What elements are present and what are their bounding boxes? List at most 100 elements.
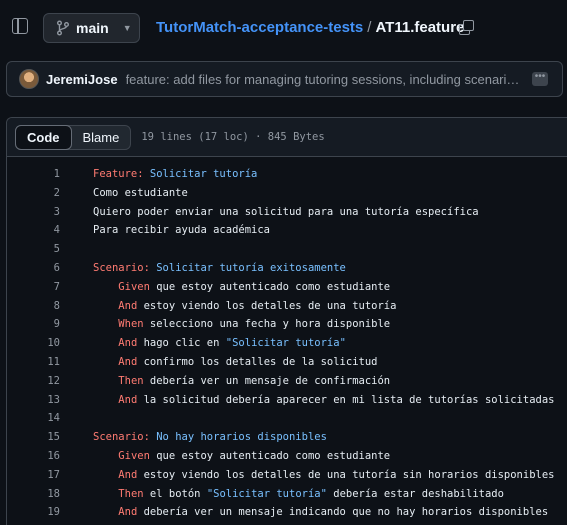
code-token: Scenario: xyxy=(93,431,150,444)
copy-path-icon[interactable] xyxy=(459,20,474,35)
latest-commit-bar: JeremiJose feature: add files for managi… xyxy=(6,61,563,97)
sidebar-toggle-icon[interactable] xyxy=(12,18,28,34)
code-line: 8 And estoy viendo los detalles de una t… xyxy=(7,297,567,316)
code-line: 12 Then debería ver un mensaje de confir… xyxy=(7,372,567,391)
code-token: Feature: xyxy=(93,168,144,180)
line-number[interactable]: 15 xyxy=(7,428,60,447)
code-line-text: Para recibir ayuda académica xyxy=(60,221,270,240)
code-token: el botón xyxy=(143,487,207,500)
code-line-text: And la solicitud debería aparecer en mi … xyxy=(60,391,555,410)
code-line-text: Feature: Solicitar tutoría xyxy=(60,165,257,184)
breadcrumb-repo-link[interactable]: TutorMatch-acceptance-tests xyxy=(156,19,363,36)
line-number[interactable]: 3 xyxy=(7,203,60,222)
chevron-down-icon: ▼ xyxy=(122,23,132,33)
code-line: 19 And debería ver un mensaje indicando … xyxy=(7,503,567,522)
code-line-text: Then el botón "Solicitar tutoría" deberí… xyxy=(60,485,504,504)
line-number[interactable]: 2 xyxy=(7,184,60,203)
view-mode-toggle: Code Blame xyxy=(15,124,132,150)
code-token: confirmo los detalles de la solicitud xyxy=(137,355,378,368)
line-number[interactable]: 7 xyxy=(7,278,60,297)
kebab-horizontal-icon[interactable]: ••• xyxy=(532,72,548,86)
code-token: And xyxy=(118,506,138,519)
code-token: debería ver un mensaje indicando que no … xyxy=(137,506,549,519)
line-number[interactable]: 14 xyxy=(7,409,60,428)
branch-name: main xyxy=(76,20,109,36)
line-number[interactable]: 6 xyxy=(7,259,60,278)
line-number[interactable]: 12 xyxy=(7,372,60,391)
code-line: 15 Scenario: No hay horarios disponibles xyxy=(7,428,567,447)
line-number[interactable]: 1 xyxy=(7,165,60,184)
code-token: When xyxy=(118,318,144,331)
code-token: And xyxy=(118,468,138,481)
commit-message-link[interactable]: feature: add files for managing tutoring… xyxy=(126,72,522,87)
avatar[interactable] xyxy=(19,69,39,89)
code-line-text: And confirmo los detalles de la solicitu… xyxy=(60,353,377,372)
code-token: Solicitar tutoría xyxy=(143,168,258,180)
line-number[interactable]: 16 xyxy=(7,447,60,466)
code-token: Para recibir ayuda académica xyxy=(93,224,271,237)
breadcrumb-file-name: AT11.feature xyxy=(375,19,465,36)
code-token: And xyxy=(118,337,138,350)
branch-selector-button[interactable]: main ▼ xyxy=(43,13,140,43)
code-line: 4 Para recibir ayuda académica xyxy=(7,221,567,240)
code-line: 9 When selecciono una fecha y hora dispo… xyxy=(7,315,567,334)
code-token: debería estar deshabilitado xyxy=(326,487,504,500)
code-line-text: Como estudiante xyxy=(60,184,188,203)
code-token: Given xyxy=(118,280,150,293)
line-number[interactable]: 17 xyxy=(7,466,60,485)
code-token: Given xyxy=(118,449,150,462)
line-number[interactable]: 19 xyxy=(7,503,60,522)
breadcrumb: TutorMatch-acceptance-tests / AT11.feature xyxy=(156,19,464,36)
line-number[interactable]: 5 xyxy=(7,240,60,259)
code-token: "Solicitar tutoría" xyxy=(206,487,327,500)
code-token: "Solicitar tutoría" xyxy=(225,337,346,350)
breadcrumb-separator: / xyxy=(367,19,372,36)
tab-code[interactable]: Code xyxy=(15,124,72,150)
file-stats: 19 lines (17 loc) · 845 Bytes xyxy=(141,131,325,143)
line-number[interactable]: 4 xyxy=(7,221,60,240)
code-line: 6 Scenario: Solicitar tutoría exitosament… xyxy=(7,259,567,278)
file-toolbar: Code Blame 19 lines (17 loc) · 845 Bytes xyxy=(7,118,567,157)
code-line: 13 And la solicitud debería aparecer en … xyxy=(7,391,567,410)
code-token: Scenario: xyxy=(93,261,150,274)
code-line-text: And estoy viendo los detalles de una tut… xyxy=(60,466,555,485)
code-line-text: Scenario: Solicitar tutoría exitosamente xyxy=(60,259,346,278)
code-line-text: Quiero poder enviar una solicitud para u… xyxy=(60,203,479,222)
code-token: Como estudiante xyxy=(93,186,188,199)
code-line: 7 Given que estoy autenticado como estud… xyxy=(7,278,567,297)
line-number[interactable]: 13 xyxy=(7,391,60,410)
code-line-text: Then debería ver un mensaje de confirmac… xyxy=(60,372,390,391)
line-number[interactable]: 10 xyxy=(7,334,60,353)
code-token: Then xyxy=(118,374,144,387)
code-token: estoy viendo los detalles de una tutoría xyxy=(137,299,397,312)
code-line: 3 Quiero poder enviar una solicitud para … xyxy=(7,203,567,222)
code-token: Then xyxy=(118,487,144,500)
tab-blame[interactable]: Blame xyxy=(72,126,131,149)
line-number[interactable]: 8 xyxy=(7,297,60,316)
code-token: la solicitud debería aparecer en mi list… xyxy=(137,393,555,406)
code-token: selecciono una fecha y hora disponible xyxy=(143,318,391,331)
commit-author-link[interactable]: JeremiJose xyxy=(46,72,118,87)
line-number[interactable]: 18 xyxy=(7,485,60,504)
code-line: 18 Then el botón "Solicitar tutoría" deb… xyxy=(7,485,567,504)
code-line-text: Given que estoy autenticado como estudia… xyxy=(60,447,390,466)
line-number[interactable]: 9 xyxy=(7,315,60,334)
code-line: 2 Como estudiante xyxy=(7,184,567,203)
code-line: 10 And hago clic en "Solicitar tutoría" xyxy=(7,334,567,353)
code-token: Quiero poder enviar una solicitud para u… xyxy=(93,205,479,218)
line-number[interactable]: 11 xyxy=(7,353,60,372)
code-token: estoy viendo los detalles de una tutoría… xyxy=(137,468,555,481)
git-branch-icon xyxy=(57,20,69,36)
